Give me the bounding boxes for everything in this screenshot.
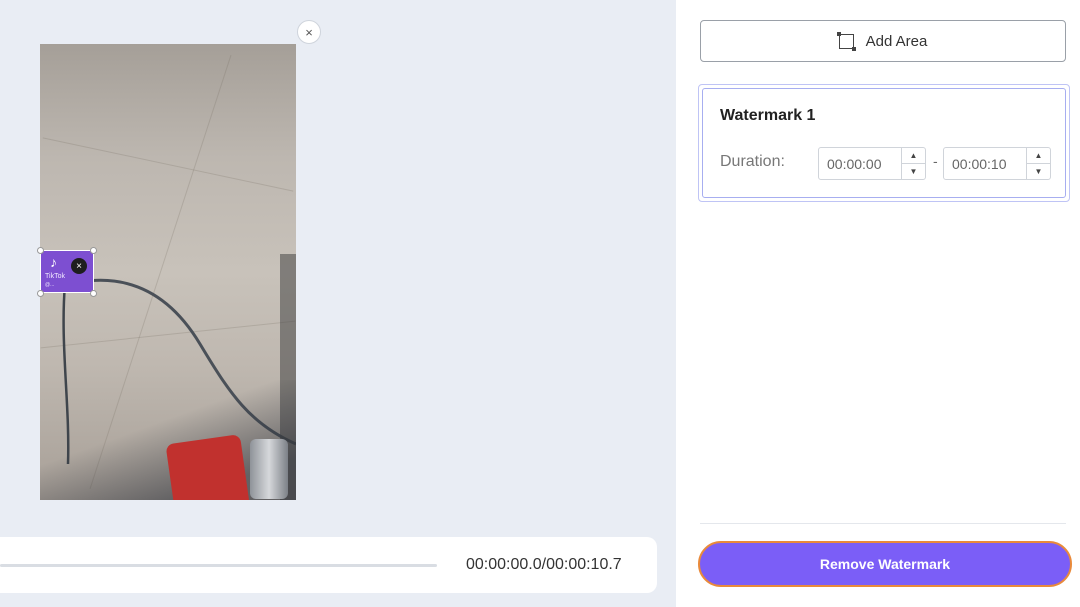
remove-area-button[interactable]: × — [71, 258, 87, 274]
watermark-username-text: @... — [45, 282, 55, 288]
caret-up-icon: ▲ — [1034, 151, 1043, 160]
end-time-stepper: ▲ ▼ — [1026, 148, 1050, 179]
resize-handle-bottom-right[interactable] — [90, 290, 97, 297]
playback-bar: 00:00:00.0/00:00:10.7 — [0, 537, 657, 593]
tiktok-note-icon: ♪ — [50, 254, 57, 270]
red-object — [165, 434, 250, 500]
start-time-stepper: ▲ ▼ — [901, 148, 925, 179]
preview-pane: × ♪ TikTok @... × 00:00:00.0/00:00:10.7 — [0, 0, 676, 607]
end-time-input[interactable] — [944, 148, 1024, 179]
watermark-selection-box[interactable]: ♪ TikTok @... × — [40, 250, 94, 293]
duration-label: Duration: — [720, 153, 785, 170]
resize-handle-bottom-left[interactable] — [37, 290, 44, 297]
start-time-input[interactable] — [819, 148, 899, 179]
add-area-button[interactable]: Add Area — [700, 20, 1066, 62]
start-time-field: ▲ ▼ — [818, 147, 926, 180]
watermark-panel: Add Area Watermark 1 Duration: ▲ ▼ - ▲ ▼ — [676, 0, 1080, 607]
watermark-brand-text: TikTok — [45, 273, 65, 280]
add-area-label: Add Area — [865, 32, 928, 50]
watermark-card[interactable]: Watermark 1 Duration: ▲ ▼ - ▲ ▼ — [698, 84, 1070, 202]
close-icon: × — [76, 260, 82, 272]
resize-handle-top-right[interactable] — [90, 247, 97, 254]
end-time-field: ▲ ▼ — [943, 147, 1051, 180]
remove-watermark-button[interactable]: Remove Watermark — [698, 541, 1072, 587]
watermark-card-inner: Watermark 1 Duration: ▲ ▼ - ▲ ▼ — [702, 88, 1066, 198]
watermark-title: Watermark 1 — [720, 107, 816, 124]
caret-down-icon: ▼ — [909, 167, 918, 176]
close-video-button[interactable]: × — [297, 20, 321, 44]
caret-up-icon: ▲ — [909, 151, 918, 160]
remove-watermark-label: Remove Watermark — [819, 556, 951, 572]
close-icon: × — [305, 24, 313, 40]
time-display: 00:00:00.0/00:00:10.7 — [466, 556, 622, 573]
time-range-separator: - — [933, 153, 938, 169]
progress-slider[interactable] — [0, 564, 437, 567]
caret-down-icon: ▼ — [1034, 167, 1043, 176]
start-time-down-button[interactable]: ▼ — [902, 164, 925, 179]
select-area-icon — [836, 31, 856, 51]
end-time-down-button[interactable]: ▼ — [1027, 164, 1050, 179]
panel-divider — [700, 523, 1066, 524]
metal-tap — [250, 439, 288, 499]
start-time-up-button[interactable]: ▲ — [902, 148, 925, 164]
end-time-up-button[interactable]: ▲ — [1027, 148, 1050, 164]
resize-handle-top-left[interactable] — [37, 247, 44, 254]
